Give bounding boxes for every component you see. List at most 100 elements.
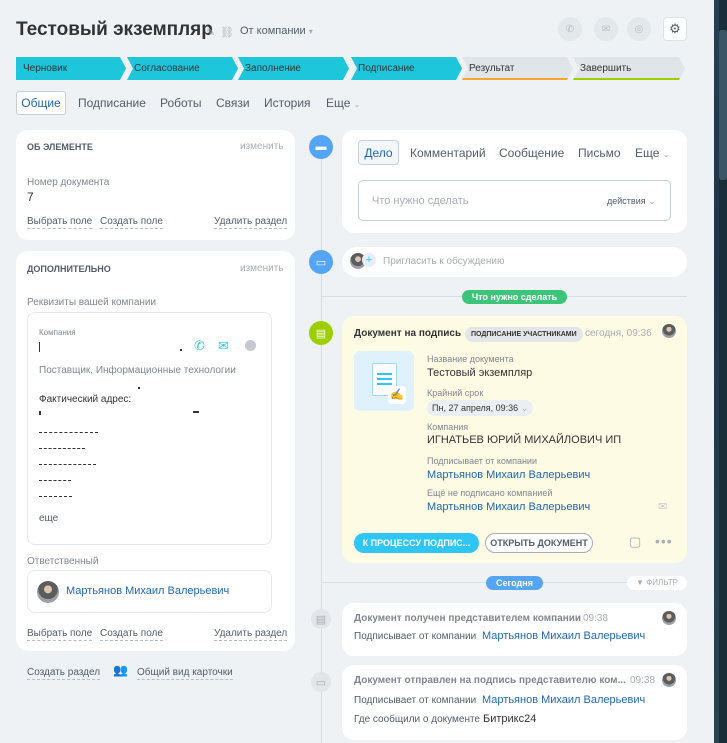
gear-icon: ⚙ xyxy=(669,21,681,36)
timeline-activity-icon: ▬ xyxy=(309,135,333,159)
doc-number-label: Номер документа xyxy=(27,177,110,188)
invite-placeholder: Пригласить к обсуждению xyxy=(383,256,505,267)
address-line-redacted xyxy=(39,480,71,481)
composer-tab-task[interactable]: Дело xyxy=(358,140,399,165)
users-icon: 👥 xyxy=(113,663,128,677)
history-title: Документ получен представителем компании xyxy=(354,613,582,624)
company-name-redacted xyxy=(39,342,40,352)
document-thumbnail[interactable]: ✍ xyxy=(354,351,414,411)
task-input[interactable]: Что нужно сделать действия ⌄ xyxy=(358,180,671,221)
tab-links[interactable]: Связи xyxy=(216,96,250,110)
responsible-name[interactable]: Мартьянов Михаил Валерьевич xyxy=(66,585,229,597)
about-section: ОБ ЭЛЕМЕНТЕ изменить Номер документа 7 В… xyxy=(16,130,295,240)
composer-tab-comment[interactable]: Комментарий xyxy=(410,146,486,160)
invite-card[interactable]: + Пригласить к обсуждению xyxy=(342,247,687,277)
history-row-link[interactable]: Мартьянов Михаил Валерьевич xyxy=(482,630,645,642)
chat-button[interactable]: ◎ xyxy=(627,17,651,41)
chat-icon[interactable] xyxy=(245,340,256,351)
filter-button[interactable]: ▼ ФИЛЬТР xyxy=(627,576,687,590)
address-more-link[interactable]: еще xyxy=(39,513,58,524)
page-scrollbar[interactable] xyxy=(719,0,727,743)
stage-result[interactable]: Результат xyxy=(462,57,573,80)
link-icon[interactable]: ⛓ xyxy=(220,26,234,39)
address-label: Фактический адрес: xyxy=(39,394,132,405)
avatar[interactable] xyxy=(37,581,59,603)
from-company-dropdown[interactable]: От компании ▾ xyxy=(240,25,313,37)
deadline-label: Крайний срок xyxy=(427,388,484,398)
signing-time: сегодня, 09:36 xyxy=(585,328,652,339)
add-user-icon[interactable]: + xyxy=(362,253,376,267)
message-icon[interactable]: ✉ xyxy=(658,500,667,513)
signer-link[interactable]: Мартьянов Михаил Валерьевич xyxy=(427,469,590,481)
unsigned-link[interactable]: Мартьянов Михаил Валерьевич xyxy=(427,501,590,513)
chat-icon: ◎ xyxy=(634,23,644,35)
redacted-mark xyxy=(138,387,140,389)
chevron-down-icon: ⌄ xyxy=(353,100,361,109)
go-to-signing-process-button[interactable]: К ПРОЦЕССУ ПОДПИС... xyxy=(354,533,479,553)
create-field-link[interactable]: Создать поле xyxy=(100,215,163,229)
note-icon[interactable]: ▢ xyxy=(629,534,641,550)
delete-section-link[interactable]: Удалить раздел xyxy=(214,627,288,641)
stage-draft[interactable]: Черновик xyxy=(16,57,126,80)
history-title: Документ отправлен на подпись представит… xyxy=(354,675,626,686)
extra-edit-link[interactable]: изменить xyxy=(240,263,284,274)
about-title: ОБ ЭЛЕМЕНТЕ xyxy=(27,142,93,152)
stage-signing[interactable]: Подписание xyxy=(351,57,462,80)
email-button[interactable]: ✉ xyxy=(594,17,618,41)
scrollbar-thumb[interactable] xyxy=(719,30,727,180)
history-row-label: Подписывает от компании xyxy=(354,631,477,642)
delete-section-link[interactable]: Удалить раздел xyxy=(214,215,288,229)
tab-signing[interactable]: Подписание xyxy=(78,96,146,110)
tab-general[interactable]: Общие xyxy=(16,91,66,115)
settings-button[interactable]: ⚙ xyxy=(663,17,687,41)
create-field-link[interactable]: Создать поле xyxy=(100,627,163,641)
document-icon: ▤ xyxy=(311,609,331,629)
pencil-icon[interactable]: ✎ xyxy=(206,26,215,39)
stage-finish[interactable]: Завершить xyxy=(573,57,685,80)
company-label: Компания xyxy=(427,422,469,432)
history-row-link[interactable]: Мартьянов Михаил Валерьевич xyxy=(482,694,645,706)
signer-label: Подписывает от компании xyxy=(427,456,537,466)
tab-history[interactable]: История xyxy=(264,96,311,110)
tab-robots[interactable]: Роботы xyxy=(160,96,202,110)
page-title[interactable]: Тестовый экземпляр xyxy=(16,19,213,41)
address-line-redacted xyxy=(39,432,98,433)
composer-tab-email[interactable]: Письмо xyxy=(578,146,621,160)
requisites-label: Реквизиты вашей компании xyxy=(27,297,157,308)
timeline-line xyxy=(321,140,322,743)
composer-tab-more[interactable]: Еще ⌄ xyxy=(635,146,669,160)
stage-filling[interactable]: Заполнение xyxy=(238,57,349,80)
phone-button[interactable]: ✆ xyxy=(558,17,582,41)
composer-tab-message[interactable]: Сообщение xyxy=(499,146,564,160)
chevron-down-icon: ⌄ xyxy=(520,403,529,413)
history-item: Документ получен представителем компании… xyxy=(342,603,687,656)
about-edit-link[interactable]: изменить xyxy=(240,141,284,152)
select-field-link[interactable]: Выбрать поле xyxy=(27,627,93,641)
tab-more[interactable]: Еще ⌄ xyxy=(326,96,360,110)
more-menu-icon[interactable]: ••• xyxy=(655,533,673,549)
stage-approval[interactable]: Согласование xyxy=(127,57,238,80)
create-section-link[interactable]: Создать раздел xyxy=(27,666,101,680)
company-label: Компания xyxy=(39,328,76,337)
open-document-button[interactable]: ОТКРЫТЬ ДОКУМЕНТ xyxy=(485,533,593,553)
slider-panel: Тестовый экземпляр ✎ ⛓ От компании ▾ ✆ ✉… xyxy=(0,0,714,743)
extra-title: ДОПОЛНИТЕЛЬНО xyxy=(27,264,111,274)
composer-tab-more-label: Еще xyxy=(635,146,660,160)
today-badge: Сегодня xyxy=(486,576,543,590)
select-field-link[interactable]: Выбрать поле xyxy=(27,215,93,229)
general-view-link[interactable]: Общий вид карточки xyxy=(137,666,233,680)
actions-dropdown[interactable]: действия ⌄ xyxy=(607,196,656,207)
doc-number-value[interactable]: 7 xyxy=(27,190,34,204)
avatar[interactable] xyxy=(662,673,676,687)
deadline-selector[interactable]: Пн, 27 апреля, 09:36 ⌄ xyxy=(427,400,534,416)
phone-icon: ✆ xyxy=(565,23,575,35)
signature-icon: ✍ xyxy=(388,386,406,404)
chevron-down-icon: ⌄ xyxy=(648,196,656,206)
from-company-label: От компании xyxy=(240,25,306,37)
avatar[interactable] xyxy=(662,611,676,625)
history-row-label: Подписывает от компании xyxy=(354,695,477,706)
phone-icon[interactable]: ✆ xyxy=(194,338,205,354)
avatar[interactable] xyxy=(662,324,676,338)
envelope-icon[interactable]: ✉ xyxy=(218,338,229,354)
comment-icon: ▭ xyxy=(309,250,333,274)
